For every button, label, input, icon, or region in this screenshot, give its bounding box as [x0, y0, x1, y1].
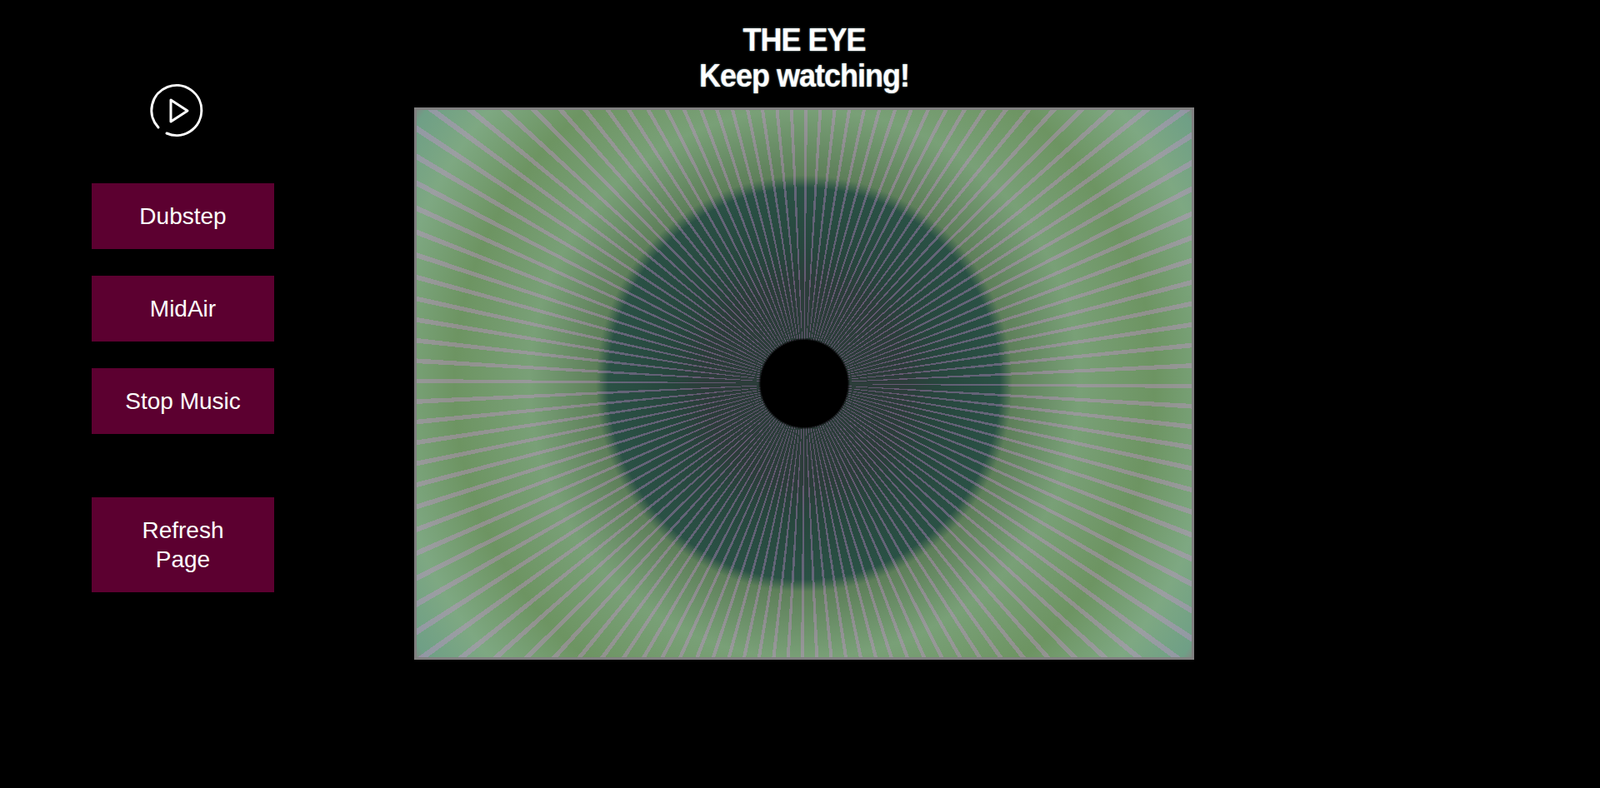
music-button[interactable]: MidAir	[91, 275, 275, 342]
page-subtitle: Keep watching!	[699, 55, 910, 96]
play-icon[interactable]	[146, 80, 207, 141]
main-area: THE EYEKeep watching!	[414, 0, 1195, 660]
page-title: THE EYE	[742, 20, 865, 60]
button-list: Dubstep MidAir Stop Music Refresh Page	[91, 183, 275, 620]
control-panel: Dubstep MidAir Stop Music Refresh Page	[91, 0, 275, 620]
refresh-button[interactable]: Refresh Page	[91, 497, 275, 593]
music-button[interactable]: Stop Music	[91, 368, 275, 435]
eye-canvas	[414, 107, 1195, 660]
music-button[interactable]: Dubstep	[91, 183, 275, 250]
